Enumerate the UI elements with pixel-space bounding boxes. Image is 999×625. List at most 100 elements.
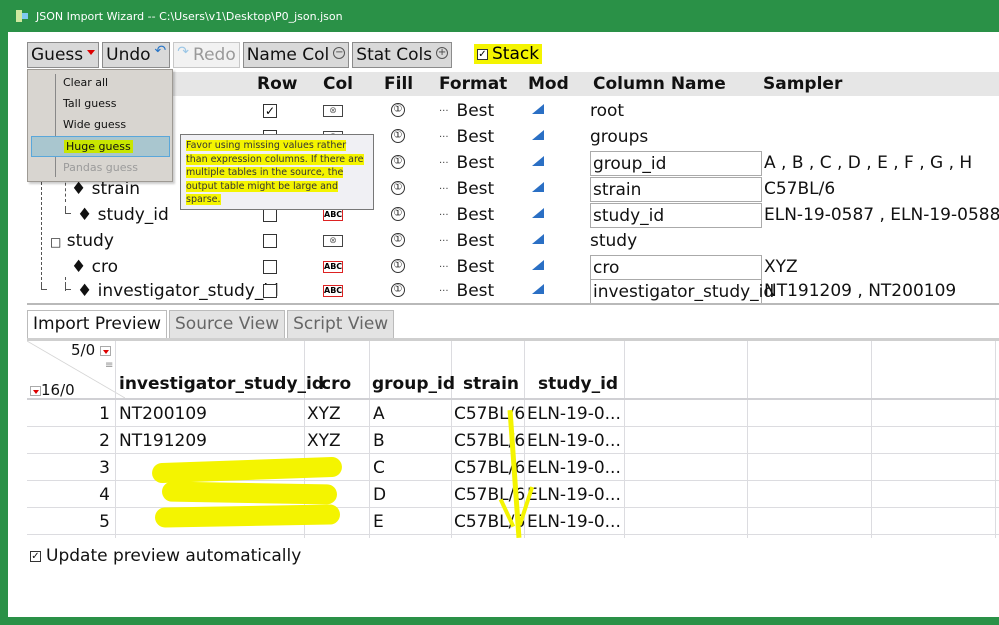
character-col-icon[interactable]: ABC bbox=[323, 209, 343, 221]
menu-item-pandas-guess[interactable]: Pandas guess bbox=[31, 158, 170, 179]
update-preview-label: Update preview automatically bbox=[46, 546, 302, 566]
leaf-diamond-icon: ♦ bbox=[71, 179, 87, 199]
preview-cell[interactable]: C bbox=[373, 458, 385, 478]
format-cell[interactable]: ··· Best bbox=[439, 257, 494, 277]
modeling-type-icon[interactable] bbox=[532, 234, 544, 244]
stack-checkbox[interactable]: ✓ Stack bbox=[474, 44, 543, 64]
rows-count[interactable]: 16/0 bbox=[30, 381, 75, 399]
row-checkbox[interactable] bbox=[263, 208, 277, 222]
menu-item-tall-guess[interactable]: Tall guess bbox=[31, 94, 170, 115]
preview-cell[interactable]: NT191209 bbox=[119, 431, 207, 451]
preview-header-cro[interactable]: cro bbox=[321, 374, 351, 394]
fill-icon[interactable]: ① bbox=[391, 181, 405, 195]
jmp-app-icon bbox=[16, 10, 28, 22]
modeling-type-icon[interactable] bbox=[532, 130, 544, 140]
fill-icon[interactable]: ① bbox=[391, 259, 405, 273]
column-name-cell: groups bbox=[590, 127, 649, 147]
preview-cell[interactable]: NT200109 bbox=[119, 404, 207, 424]
character-col-icon[interactable]: ABC bbox=[323, 285, 343, 297]
column-name-input[interactable]: study_id bbox=[590, 203, 762, 228]
preview-cell[interactable]: ELN-19-0... bbox=[527, 431, 621, 451]
menu-item-huge-guess[interactable]: Huge guess bbox=[31, 136, 170, 157]
grid-row-investigator-study-id[interactable]: ♦ investigator_study_id ABC ① ··· Best in… bbox=[27, 278, 999, 304]
modeling-type-icon[interactable] bbox=[532, 182, 544, 192]
character-col-icon[interactable]: ABC bbox=[323, 261, 343, 273]
preview-cell[interactable]: ELN-19-0... bbox=[527, 485, 621, 505]
modeling-type-icon[interactable] bbox=[532, 104, 544, 114]
preview-cell[interactable]: A bbox=[373, 404, 385, 424]
title-bar: JSON Import Wizard -- C:\Users\v1\Deskto… bbox=[0, 0, 999, 32]
grid-row-study[interactable]: □ study ⊗ ① ··· Best study bbox=[27, 228, 999, 254]
grid-row-cro[interactable]: ♦ cro ABC ① ··· Best cro XYZ bbox=[27, 254, 999, 280]
preview-cell[interactable]: XYZ bbox=[307, 404, 341, 424]
name-col-button[interactable]: Name Col − bbox=[242, 42, 350, 68]
preview-cell[interactable]: E bbox=[373, 512, 384, 532]
preview-header-study-id[interactable]: study_id bbox=[538, 374, 618, 394]
row-checkbox[interactable] bbox=[263, 284, 277, 298]
fill-icon[interactable]: ① bbox=[391, 283, 405, 297]
menu-item-wide-guess[interactable]: Wide guess bbox=[31, 115, 170, 136]
column-name-input[interactable]: cro bbox=[590, 255, 762, 280]
preview-cell[interactable]: D bbox=[373, 485, 386, 505]
preview-header-strain[interactable]: strain bbox=[463, 374, 519, 394]
modeling-type-icon[interactable] bbox=[532, 284, 544, 294]
column-name-input[interactable]: investigator_study_id bbox=[590, 279, 774, 304]
header-row: Row bbox=[257, 74, 298, 94]
fill-icon[interactable]: ① bbox=[391, 155, 405, 169]
preview-cell[interactable]: B bbox=[373, 431, 385, 451]
nested-col-icon[interactable]: ⊗ bbox=[323, 235, 343, 247]
fill-icon[interactable]: ① bbox=[391, 103, 405, 117]
header-fill: Fill bbox=[384, 74, 414, 94]
tree-node-investigator-study-id[interactable]: ♦ investigator_study_id bbox=[77, 281, 279, 301]
tree-node-study[interactable]: □ study bbox=[50, 231, 114, 251]
nested-col-icon[interactable]: ⊗ bbox=[323, 105, 343, 117]
column-name-input[interactable]: group_id bbox=[590, 151, 762, 176]
format-cell[interactable]: ··· Best bbox=[439, 101, 494, 121]
format-cell[interactable]: ··· Best bbox=[439, 179, 494, 199]
tab-script-view[interactable]: Script View bbox=[287, 310, 395, 338]
sampler-cell: NT191209 , NT200109 bbox=[764, 281, 957, 301]
preview-header-group-id[interactable]: group_id bbox=[372, 374, 455, 394]
redo-icon: ↷ bbox=[177, 44, 190, 60]
tree-node-cro[interactable]: ♦ cro bbox=[71, 257, 118, 277]
grid-row-study-id[interactable]: ♦ study_id ABC ① ··· Best study_id ELN-19… bbox=[27, 202, 999, 228]
format-cell[interactable]: ··· Best bbox=[439, 127, 494, 147]
tab-import-preview[interactable]: Import Preview bbox=[27, 310, 167, 338]
format-cell[interactable]: ··· Best bbox=[439, 205, 494, 225]
preview-header-investigator-study-id[interactable]: investigator_study_id bbox=[119, 374, 324, 394]
column-name-input[interactable]: strain bbox=[590, 177, 762, 202]
undo-icon: ↶ bbox=[154, 43, 167, 59]
guess-button[interactable]: Guess bbox=[27, 42, 100, 68]
row-checkbox[interactable] bbox=[263, 260, 277, 274]
row-checkbox[interactable]: ✓ bbox=[263, 104, 277, 118]
header-column-name: Column Name bbox=[593, 74, 726, 94]
columns-count[interactable]: 5/0 bbox=[71, 341, 111, 359]
update-preview-checkbox[interactable]: ✓ Update preview automatically bbox=[30, 546, 301, 566]
format-cell[interactable]: ··· Best bbox=[439, 281, 494, 301]
tree-node-strain[interactable]: ♦ strain bbox=[71, 179, 140, 199]
fill-icon[interactable]: ① bbox=[391, 233, 405, 247]
fill-icon[interactable]: ① bbox=[391, 129, 405, 143]
tab-source-view[interactable]: Source View bbox=[169, 310, 286, 338]
preview-cell[interactable]: ELN-19-0... bbox=[527, 404, 621, 424]
menu-item-clear-all[interactable]: Clear all bbox=[31, 73, 170, 94]
preview-cell[interactable]: ELN-19-0... bbox=[527, 512, 621, 532]
format-cell[interactable]: ··· Best bbox=[439, 231, 494, 251]
tree-node-study-id[interactable]: ♦ study_id bbox=[77, 205, 169, 225]
undo-button[interactable]: Undo ↶ bbox=[102, 42, 171, 68]
preview-cell[interactable]: C57BL/6 bbox=[454, 404, 525, 424]
tree-elbow bbox=[65, 282, 71, 290]
format-cell[interactable]: ··· Best bbox=[439, 153, 494, 173]
redo-button[interactable]: ↷ Redo bbox=[173, 42, 240, 68]
modeling-type-icon[interactable] bbox=[532, 208, 544, 218]
preview-cell[interactable]: XYZ bbox=[307, 431, 341, 451]
leaf-diamond-icon: ♦ bbox=[77, 281, 93, 301]
row-checkbox[interactable] bbox=[263, 234, 277, 248]
preview-cell[interactable]: ELN-19-0... bbox=[527, 458, 621, 478]
stat-cols-button[interactable]: Stat Cols + bbox=[352, 42, 453, 68]
collapse-box-icon: □ bbox=[50, 235, 62, 249]
modeling-type-icon[interactable] bbox=[532, 260, 544, 270]
redo-label: Redo bbox=[193, 45, 236, 65]
fill-icon[interactable]: ① bbox=[391, 207, 405, 221]
modeling-type-icon[interactable] bbox=[532, 156, 544, 166]
